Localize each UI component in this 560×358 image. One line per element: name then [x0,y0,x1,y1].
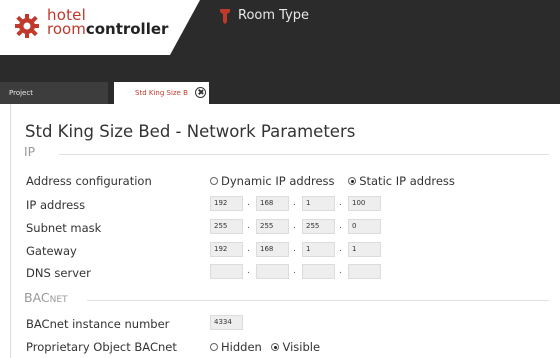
dot-separator: . [339,198,342,208]
dynamic-ip-radio[interactable]: Dynamic IP address [210,174,335,188]
logo-line2-bold: controller [85,20,169,38]
dot-separator: . [293,221,296,231]
ip-section-title: IP [24,144,36,159]
dns-server-label: DNS server [26,266,91,280]
radio-unchecked-icon [210,343,218,351]
radio-checked-icon [348,177,357,185]
radio-unchecked-icon [210,177,218,185]
dot-separator: . [247,266,250,276]
radio-checked-icon [271,343,280,351]
dot-separator: . [339,266,342,276]
static-ip-radio[interactable]: Static IP address [348,174,455,188]
tab-std-king-size-bed[interactable]: Std King Size B [114,82,209,104]
ip-section-divider [59,154,549,155]
main-content: Std King Size Bed - Network Parameters I… [10,104,560,358]
subnet-octet-3[interactable]: 255 [302,219,335,234]
ip-address-label: IP address [26,198,86,212]
hidden-radio[interactable]: Hidden [210,340,262,354]
gateway-octet-3[interactable]: 1 [302,242,335,257]
ip-octet-4[interactable]: 100 [348,196,381,211]
dns-octet-4[interactable] [348,264,381,279]
page-title: Room Type [238,8,310,23]
logo[interactable]: hotel roomcontroller [0,0,200,55]
logo-text: hotel roomcontroller [47,8,169,38]
proprietary-object-radio-group: Hidden Visible [210,340,330,354]
ip-octet-1[interactable]: 192 [210,196,243,211]
address-configuration-radio-group: Dynamic IP address Static IP address [210,174,465,188]
dot-separator: . [339,221,342,231]
gateway-octet-4[interactable]: 1 [348,242,381,257]
proprietary-object-label: Proprietary Object BACnet [26,340,177,354]
dns-octet-2[interactable] [256,264,289,279]
bacnet-section-title: BACnet [24,290,68,305]
room-type-icon [220,9,230,24]
tab-bar: Project Std King Size B [0,82,560,104]
address-configuration-label: Address configuration [26,174,152,188]
hidden-label: Hidden [221,340,262,354]
visible-radio[interactable]: Visible [271,340,320,354]
gear-logo-icon [15,14,39,38]
subnet-octet-2[interactable]: 255 [256,219,289,234]
gateway-octet-2[interactable]: 168 [256,242,289,257]
page-heading: Std King Size Bed - Network Parameters [25,122,356,141]
logo-line2: roomcontroller [47,20,169,38]
dot-separator: . [247,198,250,208]
gateway-octet-1[interactable]: 192 [210,242,243,257]
visible-label: Visible [282,340,321,354]
subnet-mask-label: Subnet mask [26,221,102,235]
dot-separator: . [293,244,296,254]
static-ip-label: Static IP address [359,174,455,188]
ip-octet-3[interactable]: 1 [302,196,335,211]
bacnet-instance-number-label: BACnet instance number [26,317,170,331]
close-icon[interactable] [195,87,206,98]
dynamic-ip-label: Dynamic IP address [221,174,335,188]
gateway-label: Gateway [26,244,77,258]
ip-octet-2[interactable]: 168 [256,196,289,211]
bacnet-instance-number-input[interactable]: 4334 [210,315,243,330]
bacnet-section-divider [87,300,549,301]
dns-octet-3[interactable] [302,264,335,279]
tab-label: Std King Size B [135,89,188,97]
logo-line2-light: room [47,20,86,38]
dns-octet-1[interactable] [210,264,243,279]
dot-separator: . [293,266,296,276]
tab-project[interactable]: Project [0,82,108,104]
dot-separator: . [293,198,296,208]
subnet-octet-4[interactable]: 0 [348,219,381,234]
top-header: hotel roomcontroller Room Type [0,0,560,82]
dot-separator: . [247,244,250,254]
dot-separator: . [339,244,342,254]
subnet-octet-1[interactable]: 255 [210,219,243,234]
dot-separator: . [247,221,250,231]
